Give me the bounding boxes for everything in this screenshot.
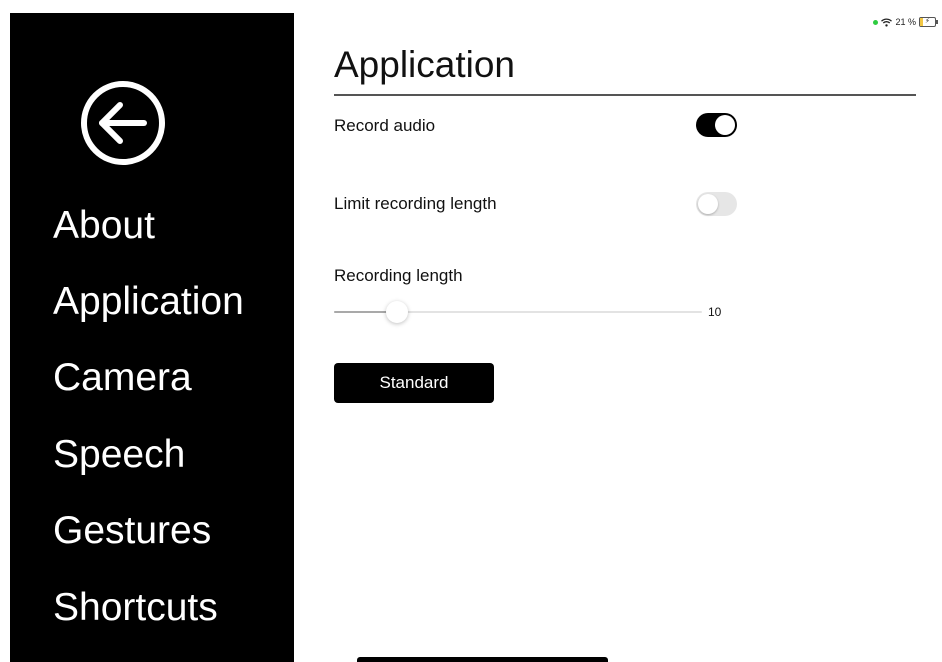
battery-charging-icon: ⚡ — [919, 17, 938, 27]
title-divider — [334, 94, 916, 96]
home-indicator — [357, 657, 608, 662]
sidebar-item-shortcuts[interactable]: Shortcuts — [53, 585, 218, 631]
back-button[interactable] — [80, 80, 166, 166]
record-audio-toggle[interactable] — [696, 113, 737, 137]
battery-percent: 21 % — [895, 17, 916, 27]
sidebar: About Application Camera Speech Gestures… — [10, 13, 294, 662]
recording-length-label: Recording length — [334, 266, 463, 285]
record-audio-label: Record audio — [334, 116, 436, 135]
page-title: Application — [334, 44, 516, 85]
sidebar-item-application[interactable]: Application — [53, 279, 244, 325]
recording-length-slider[interactable] — [334, 300, 702, 324]
sidebar-item-gestures[interactable]: Gestures — [53, 508, 211, 554]
sidebar-item-camera[interactable]: Camera — [53, 355, 192, 401]
back-arrow-circle-icon — [81, 81, 165, 165]
green-dot-icon — [873, 19, 879, 25]
limit-recording-length-toggle[interactable] — [696, 192, 737, 216]
standard-button[interactable]: Standard — [334, 363, 494, 403]
limit-recording-length-label: Limit recording length — [334, 194, 497, 213]
slider-thumb[interactable] — [385, 301, 408, 323]
sidebar-item-speech[interactable]: Speech — [53, 432, 185, 478]
toggle-knob — [715, 115, 735, 135]
sidebar-item-about[interactable]: About — [53, 203, 155, 249]
recording-length-value: 10 — [708, 305, 722, 319]
wifi-icon — [881, 17, 893, 27]
status-bar: 21 % ⚡ — [873, 15, 938, 29]
toggle-knob — [698, 194, 718, 214]
